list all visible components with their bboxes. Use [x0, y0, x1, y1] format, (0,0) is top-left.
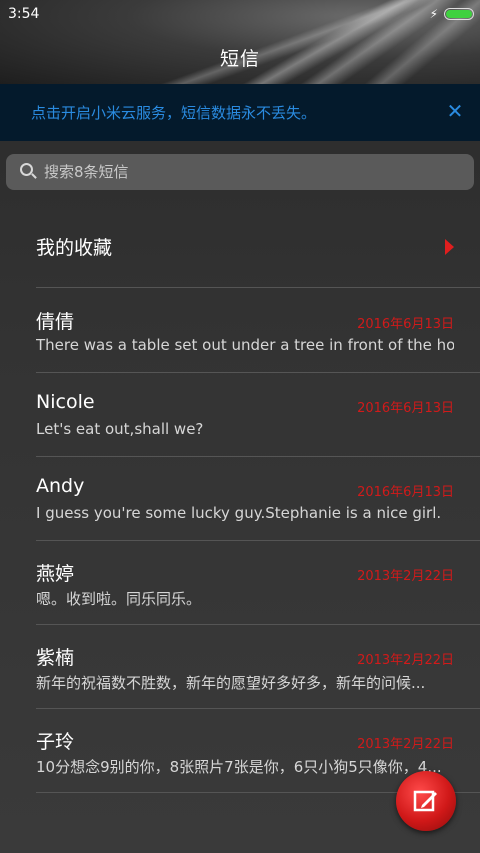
contact-name: 燕婷	[36, 563, 75, 585]
close-icon[interactable]: ✕	[444, 100, 466, 122]
message-preview: 10分想念9别的你，8张照片7张是你，6只小狗5只像你，4...	[36, 758, 442, 776]
message-date: 2013年2月22日	[357, 653, 454, 668]
message-date: 2013年2月22日	[357, 569, 454, 584]
message-preview: Let's eat out,shall we?	[36, 420, 204, 438]
message-list: 倩倩 2016年6月13日 There was a table set out …	[0, 289, 480, 793]
charging-icon: ⚡	[429, 7, 438, 21]
message-item[interactable]: Andy 2016年6月13日 I guess you're some luck…	[36, 457, 480, 541]
page-title: 短信	[219, 48, 260, 70]
contact-name: Nicole	[36, 391, 95, 413]
compose-icon	[413, 790, 437, 812]
battery-icon	[444, 8, 474, 20]
arrow-right-icon	[445, 239, 454, 255]
message-date: 2013年2月22日	[357, 737, 454, 752]
banner-text[interactable]: 点击开启小米云服务，短信数据永不丢失。	[31, 102, 316, 123]
message-item[interactable]: 倩倩 2016年6月13日 There was a table set out …	[36, 289, 480, 373]
message-preview: 新年的祝福数不胜数，新年的愿望好多好多，新年的问候...	[36, 674, 426, 692]
favorites-label: 我的收藏	[36, 237, 113, 259]
message-item[interactable]: 燕婷 2013年2月22日 嗯。收到啦。同乐同乐。	[36, 541, 480, 625]
contact-name: 倩倩	[36, 311, 75, 333]
status-time: 3:54	[8, 6, 40, 22]
cloud-service-banner[interactable]: 点击开启小米云服务，短信数据永不丢失。 ✕	[0, 84, 480, 141]
favorites-row[interactable]: 我的收藏	[36, 206, 480, 288]
compose-button[interactable]	[396, 771, 456, 831]
message-item[interactable]: Nicole 2016年6月13日 Let's eat out,shall we…	[36, 373, 480, 457]
contact-name: 子玲	[36, 731, 75, 753]
search-icon	[20, 163, 38, 181]
header: 3:54 ⚡ 短信	[0, 0, 480, 84]
message-item[interactable]: 紫楠 2013年2月22日 新年的祝福数不胜数，新年的愿望好多好多，新年的问候.…	[36, 625, 480, 709]
message-preview: 嗯。收到啦。同乐同乐。	[36, 590, 202, 608]
status-icons: ⚡	[430, 7, 474, 21]
search-bar[interactable]	[6, 154, 474, 190]
message-date: 2016年6月13日	[357, 317, 454, 332]
message-preview: I guess you're some lucky guy.Stephanie …	[36, 504, 442, 522]
message-preview: There was a table set out under a tree i…	[36, 336, 454, 354]
message-date: 2016年6月13日	[357, 401, 454, 416]
contact-name: Andy	[36, 475, 85, 497]
search-input[interactable]	[44, 163, 474, 181]
contact-name: 紫楠	[36, 647, 75, 669]
message-date: 2016年6月13日	[357, 485, 454, 500]
